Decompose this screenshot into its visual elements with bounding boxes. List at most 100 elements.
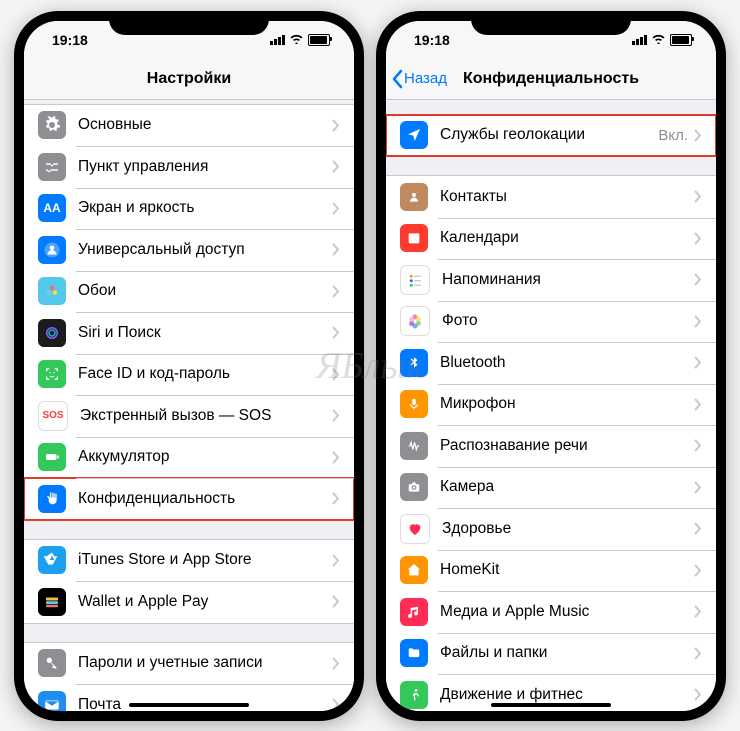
row-files[interactable]: Файлы и папки [386, 633, 716, 675]
chevron-right-icon [694, 688, 702, 701]
row-privacy[interactable]: Конфиденциальность [24, 478, 354, 520]
row-label: Универсальный доступ [78, 241, 332, 259]
row-battery[interactable]: Аккумулятор [24, 437, 354, 479]
row-contacts-p[interactable]: Контакты [386, 176, 716, 218]
row-microphone[interactable]: Микрофон [386, 384, 716, 426]
chevron-right-icon [332, 119, 340, 132]
row-label: Экран и яркость [78, 199, 332, 217]
row-homekit[interactable]: HomeKit [386, 550, 716, 592]
row-faceid[interactable]: Face ID и код-пароль [24, 354, 354, 396]
chevron-right-icon [332, 409, 340, 422]
row-bluetooth[interactable]: Bluetooth [386, 342, 716, 384]
row-label: Фото [442, 312, 694, 330]
chevron-right-icon [332, 492, 340, 505]
passwords-icon [38, 649, 66, 677]
location-icon [400, 121, 428, 149]
chevron-right-icon [694, 356, 702, 369]
chevron-right-icon [694, 564, 702, 577]
controlcenter-icon [38, 153, 66, 181]
chevron-left-icon [392, 69, 404, 89]
row-label: iTunes Store и App Store [78, 551, 332, 569]
row-calendars[interactable]: Календари [386, 218, 716, 260]
privacy-list[interactable]: Службы геолокацииВкл. Контакты Календари На… [386, 100, 716, 711]
row-label: Напоминания [442, 271, 694, 289]
display-icon: AA [38, 194, 66, 222]
wallpaper-icon [38, 277, 66, 305]
reminders-icon [400, 265, 430, 295]
row-wallpaper[interactable]: Обои [24, 271, 354, 313]
home-indicator[interactable] [129, 703, 249, 707]
nav-title: Настройки [147, 70, 231, 88]
row-label: Конфиденциальность [78, 490, 332, 508]
row-accessibility[interactable]: Универсальный доступ [24, 229, 354, 271]
privacy-icon [38, 485, 66, 513]
chevron-right-icon [694, 605, 702, 618]
row-photos[interactable]: Фото [386, 301, 716, 343]
group: Контакты Календари Напоминания Фото Bluetoot… [386, 175, 716, 711]
back-button[interactable]: Назад [392, 69, 447, 89]
settings-list[interactable]: Основные Пункт управления AA Экран и яркост… [24, 100, 354, 711]
notch [109, 11, 269, 35]
phone-right-frame: 19:18 Назад Конфиденциальность Службы ге… [376, 11, 726, 721]
row-speech[interactable]: Распознавание речи [386, 425, 716, 467]
row-passwords[interactable]: Пароли и учетные записи [24, 643, 354, 685]
row-label: HomeKit [440, 561, 694, 579]
photos-icon [400, 306, 430, 336]
battery-icon [670, 34, 692, 46]
chevron-right-icon [332, 160, 340, 173]
sos-icon: SOS [38, 401, 68, 431]
group: Пароли и учетные записиПочтаКонтакты1Кал… [24, 642, 354, 711]
home-indicator[interactable] [491, 703, 611, 707]
row-controlcenter[interactable]: Пункт управления [24, 146, 354, 188]
notch [471, 11, 631, 35]
row-music[interactable]: Медиа и Apple Music [386, 591, 716, 633]
bluetooth-icon [400, 349, 428, 377]
row-reminders[interactable]: Напоминания [386, 259, 716, 301]
chevron-right-icon [332, 451, 340, 464]
row-mail[interactable]: Почта [24, 684, 354, 711]
general-icon [38, 111, 66, 139]
row-sos[interactable]: SOSЭкстренный вызов — SOS [24, 395, 354, 437]
faceid-icon [38, 360, 66, 388]
signal-icon [270, 35, 285, 45]
chevron-right-icon [694, 273, 702, 286]
row-location[interactable]: Службы геолокацииВкл. [386, 115, 716, 157]
row-label: Распознавание речи [440, 437, 694, 455]
row-label: Здоровье [442, 520, 694, 538]
row-label: Основные [78, 116, 332, 134]
row-label: Wallet и Apple Pay [78, 593, 332, 611]
row-display[interactable]: AA Экран и яркость [24, 188, 354, 230]
status-time: 19:18 [414, 32, 450, 48]
chevron-right-icon [332, 657, 340, 670]
chevron-right-icon [694, 129, 702, 142]
nav-bar: Настройки [24, 59, 354, 100]
contacts-p-icon [400, 183, 428, 211]
itunes-icon [38, 546, 66, 574]
row-label: Пункт управления [78, 158, 332, 176]
row-general[interactable]: Основные [24, 105, 354, 147]
chevron-right-icon [694, 190, 702, 203]
chevron-right-icon [694, 439, 702, 452]
chevron-right-icon [694, 315, 702, 328]
phone-left-frame: 19:18 Настройки Основные Пункт управления… [14, 11, 364, 721]
wifi-icon [651, 32, 666, 47]
nav-title: Конфиденциальность [463, 70, 639, 88]
row-label: Медиа и Apple Music [440, 603, 694, 621]
health-icon [400, 514, 430, 544]
row-camera[interactable]: Камера [386, 467, 716, 509]
row-label: Микрофон [440, 395, 694, 413]
chevron-right-icon [332, 595, 340, 608]
status-time: 19:18 [52, 32, 88, 48]
row-wallet[interactable]: Wallet и Apple Pay [24, 581, 354, 623]
speech-icon [400, 432, 428, 460]
row-health[interactable]: Здоровье [386, 508, 716, 550]
chevron-right-icon [332, 285, 340, 298]
mail-icon [38, 691, 66, 711]
back-label: Назад [404, 70, 447, 87]
row-itunes[interactable]: iTunes Store и App Store [24, 540, 354, 582]
battery-icon [38, 443, 66, 471]
row-siri[interactable]: Siri и Поиск [24, 312, 354, 354]
row-label: Календари [440, 229, 694, 247]
chevron-right-icon [332, 698, 340, 710]
chevron-right-icon [332, 554, 340, 567]
